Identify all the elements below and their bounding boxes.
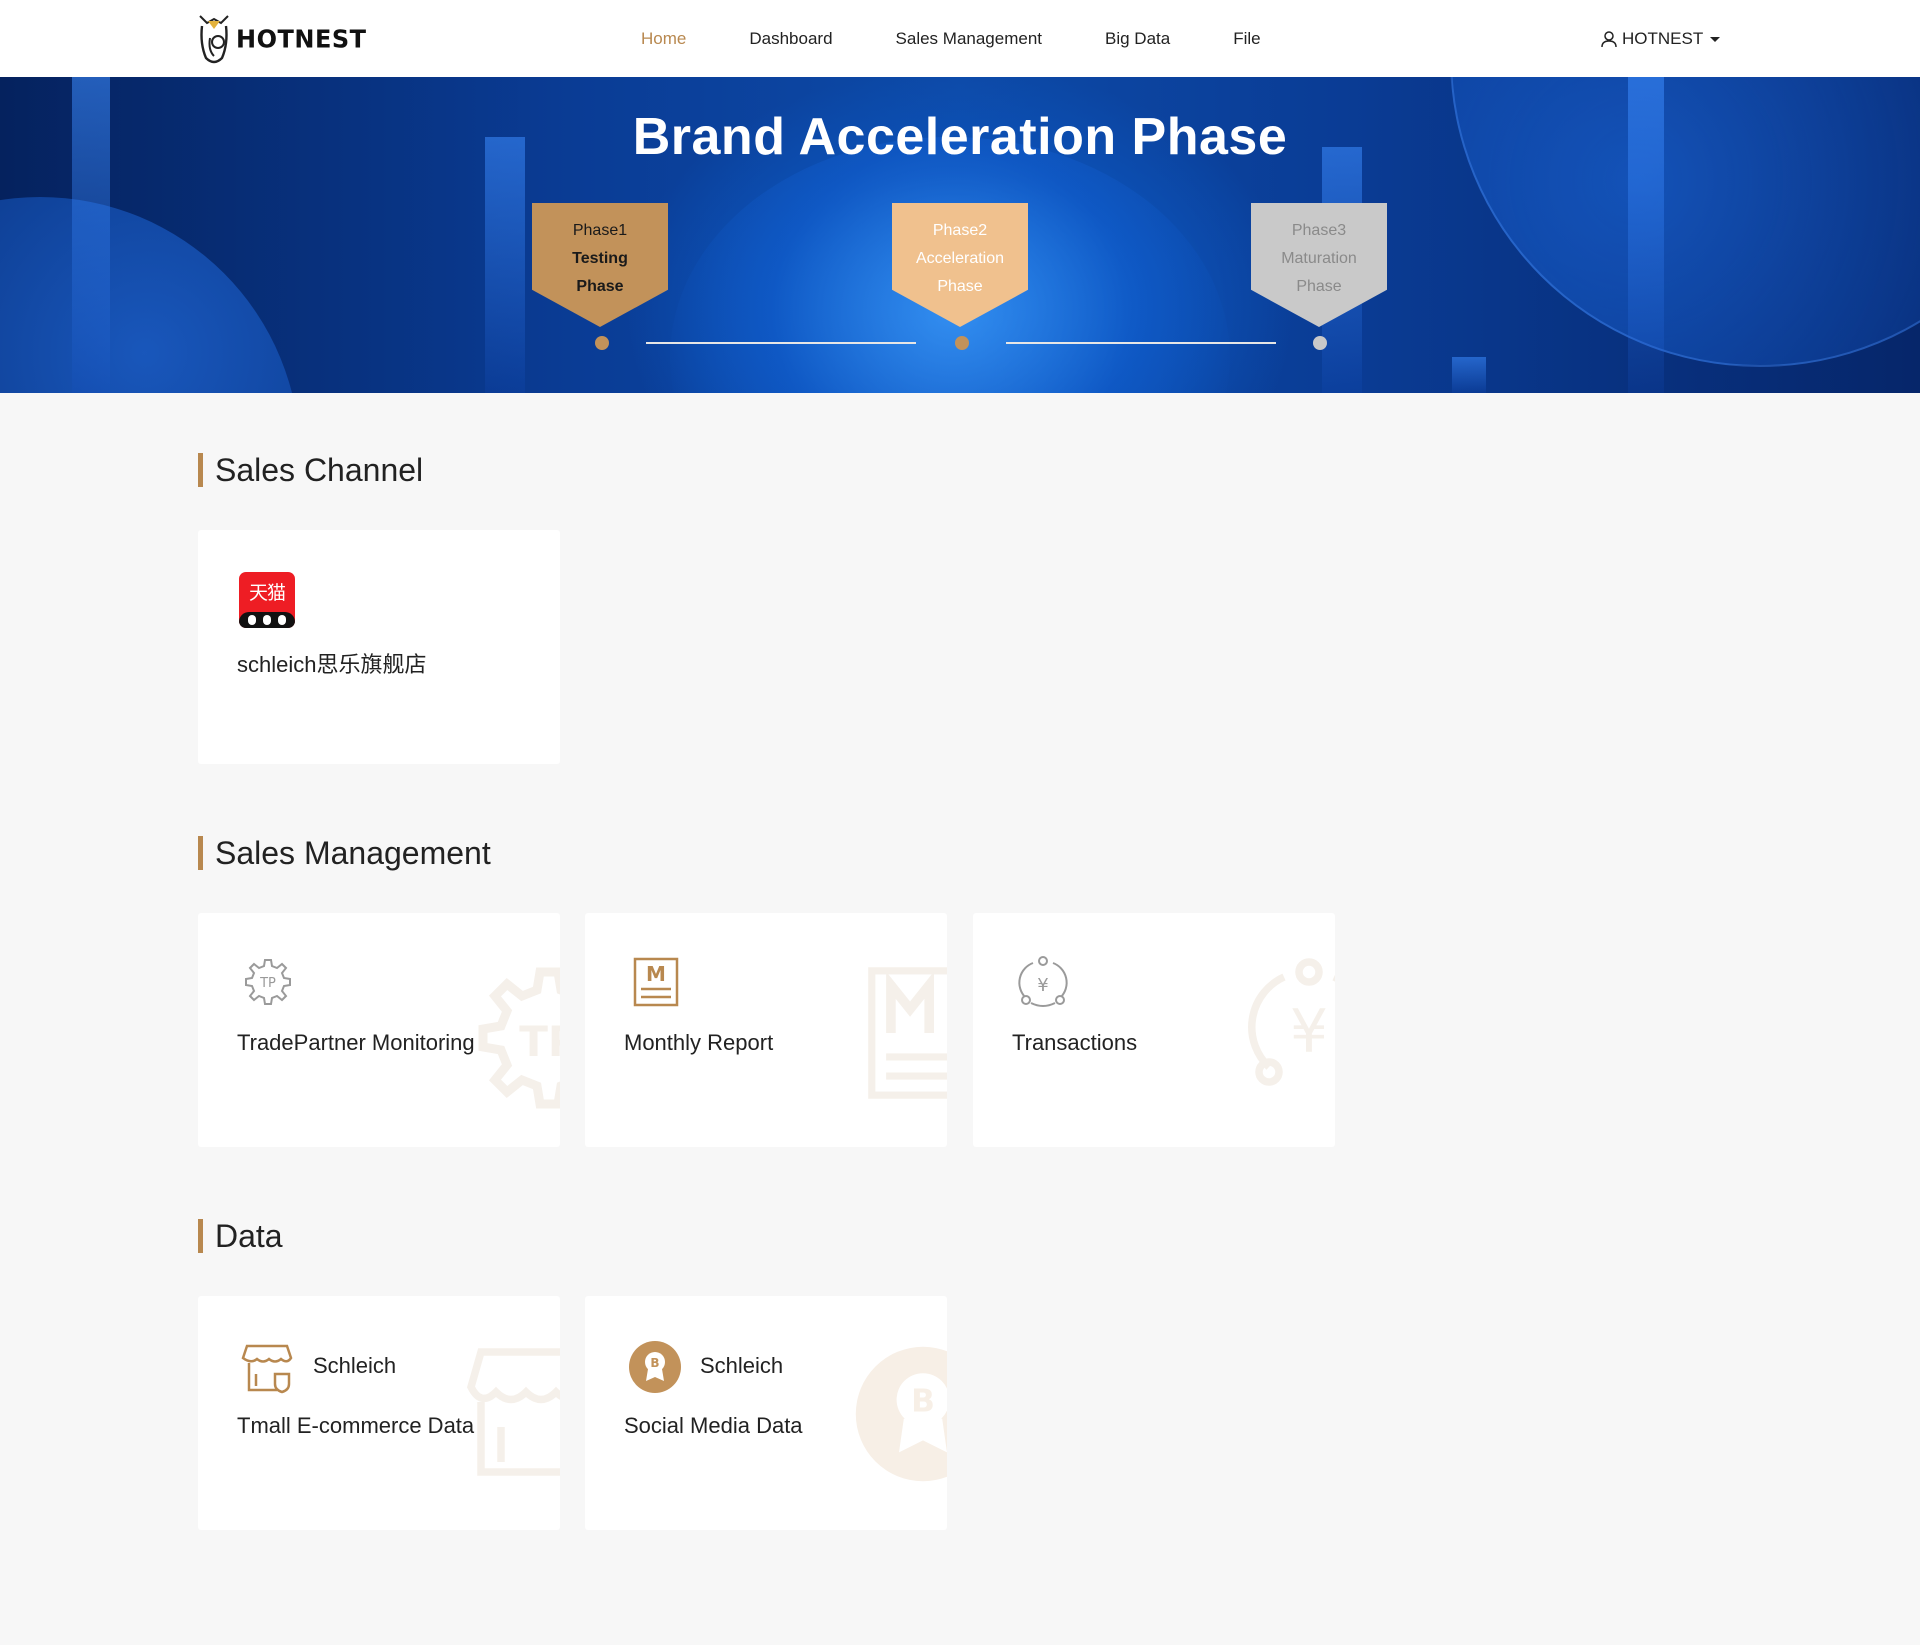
phase-1-marker: Phase1 Testing Phase [532, 203, 668, 327]
user-menu[interactable]: HOTNEST [1600, 0, 1721, 77]
channel-card-tmall[interactable]: 天猫 schleich思乐旗舰店 [198, 530, 560, 764]
card-social-media-data[interactable]: B B Schleich Social Media Data [585, 1296, 947, 1530]
gear-watermark-icon: TP [478, 967, 560, 1109]
phase-suffix: Phase [576, 278, 624, 295]
card-tmall-ecommerce-data[interactable]: Schleich Tmall E-commerce Data [198, 1296, 560, 1530]
phase-name: Maturation [1281, 250, 1357, 267]
user-name: HOTNEST [1622, 28, 1704, 48]
card-title: Schleich [313, 1353, 397, 1378]
tp-gear-icon: TP [243, 957, 293, 1007]
chevron-down-icon [1710, 37, 1721, 42]
phase-name: Testing [572, 250, 628, 267]
svg-text:¥: ¥ [1037, 975, 1048, 996]
phase-name: Acceleration [915, 250, 1005, 267]
hero-pillar [1452, 357, 1486, 393]
card-tradepartner-monitoring[interactable]: TP TP TradePartner Monitoring [198, 913, 560, 1147]
nav-big-data[interactable]: Big Data [1105, 29, 1170, 49]
top-navbar: HOTNEST Home Dashboard Sales Management … [0, 0, 1920, 77]
card-label: Transactions [1012, 1030, 1138, 1055]
tmall-icon-text: 天猫 [248, 582, 286, 604]
phase-number: Phase3 [1291, 222, 1347, 239]
phase-suffix: Phase [937, 278, 983, 295]
phase-3-dot [1313, 336, 1327, 350]
transactions-yen-icon: ¥ [1017, 955, 1069, 1009]
channel-card-label: schleich思乐旗舰店 [237, 652, 427, 677]
svg-text:M: M [646, 962, 666, 986]
card-label: Social Media Data [624, 1413, 803, 1438]
card-label: Tmall E-commerce Data [237, 1413, 475, 1438]
yen-watermark-icon: ¥ [1248, 958, 1335, 1086]
phase-number: Phase2 [932, 222, 988, 239]
store-watermark-icon [466, 1348, 560, 1476]
nav-file[interactable]: File [1233, 29, 1260, 49]
owl-logo-icon [199, 15, 229, 64]
phase-number: Phase1 [572, 222, 628, 239]
hero-banner: Brand Acceleration Phase Phase1 Testing … [0, 77, 1920, 393]
phase-suffix: Phase [1296, 278, 1342, 295]
card-transactions[interactable]: ¥ ¥ Transactions [973, 913, 1335, 1147]
nav-home[interactable]: Home [641, 29, 686, 49]
svg-text:TP: TP [259, 976, 276, 991]
phase-connector [1006, 342, 1276, 344]
user-icon [1601, 30, 1617, 47]
card-monthly-report[interactable]: M Monthly Report [585, 913, 947, 1147]
phase-2-dot [955, 336, 969, 350]
svg-text:B: B [911, 1384, 935, 1420]
hotnest-logo[interactable]: HOTNEST [196, 12, 367, 66]
store-icon [241, 1342, 293, 1394]
main-nav: Home Dashboard Sales Management Big Data… [641, 0, 1324, 77]
card-label: Monthly Report [624, 1030, 774, 1055]
report-watermark-icon [868, 967, 947, 1099]
card-title: Schleich [700, 1353, 784, 1378]
tmall-icon: 天猫 [239, 572, 297, 630]
nav-sales-management[interactable]: Sales Management [896, 29, 1042, 49]
monthly-report-icon: M [633, 957, 679, 1007]
phase-3-marker: Phase3 Maturation Phase [1251, 203, 1387, 327]
phase-connector [646, 342, 916, 344]
social-badge-watermark-icon: B [855, 1346, 947, 1482]
phase-1-dot [595, 336, 609, 350]
logo-text: HOTNEST [236, 24, 367, 54]
svg-text:¥: ¥ [1290, 997, 1328, 1067]
section-title-sales-channel: Sales Channel [198, 453, 423, 487]
social-badge-icon: B [628, 1340, 682, 1394]
hero-title: Brand Acceleration Phase [632, 108, 1288, 166]
section-title-data: Data [198, 1219, 283, 1253]
hero-arc-left [0, 197, 300, 393]
svg-text:B: B [650, 1356, 659, 1370]
svg-text:TP: TP [519, 1017, 560, 1066]
card-label: TradePartner Monitoring [237, 1030, 475, 1055]
nav-dashboard[interactable]: Dashboard [749, 29, 832, 49]
section-title-sales-management: Sales Management [198, 836, 491, 870]
hero-pillar [485, 137, 525, 393]
